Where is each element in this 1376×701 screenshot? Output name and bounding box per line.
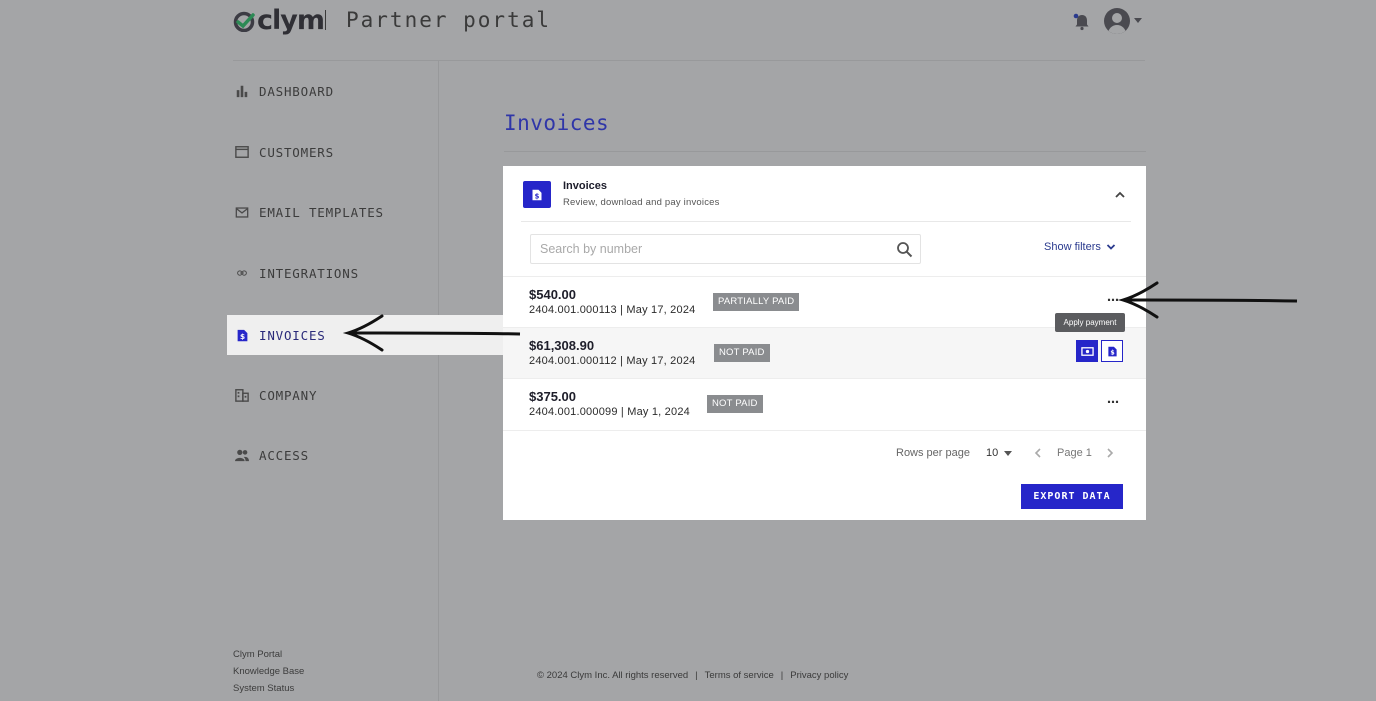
link-icon [234, 265, 250, 281]
sidebar-item-company[interactable]: COMPANY [227, 375, 439, 415]
top-header: clym Partner portal [233, 0, 1145, 60]
invoice-amount: $61,308.90 [529, 338, 595, 353]
sidebar-item-label: EMAIL TEMPLATES [259, 204, 384, 220]
chevron-right-icon[interactable] [1104, 447, 1116, 459]
page-title: Invoices [504, 111, 610, 135]
status-badge: NOT PAID [707, 395, 763, 413]
clym-portal-link[interactable]: Clym Portal [233, 646, 304, 663]
show-filters-label: Show filters [1044, 241, 1101, 253]
invoice-amount: $540.00 [529, 287, 576, 302]
sidebar-item-label: INTEGRATIONS [259, 265, 359, 281]
search-icon[interactable] [896, 241, 913, 258]
invoice-row[interactable]: $540.00 2404.001.000113 | May 17, 2024 P… [503, 276, 1146, 327]
sidebar-item-label: COMPANY [259, 387, 318, 403]
terms-link[interactable]: Terms of service [705, 670, 774, 681]
footer-separator: | [780, 670, 784, 681]
invoice-number-date: 2404.001.000113 | May 17, 2024 [529, 304, 696, 316]
invoice-row[interactable]: $375.00 2404.001.000099 | May 1, 2024 NO… [503, 378, 1146, 429]
svg-text:$: $ [535, 192, 540, 200]
sidebar-item-email-templates[interactable]: EMAIL TEMPLATES [227, 192, 439, 232]
card-title: Invoices [563, 180, 608, 192]
portal-title: Partner portal [346, 8, 552, 32]
knowledge-base-link[interactable]: Knowledge Base [233, 663, 304, 680]
clym-logo[interactable]: clym [233, 5, 325, 36]
left-arrow-annotation-icon [342, 314, 521, 352]
logo-check-icon [233, 11, 255, 32]
invoices-card: $ Invoices Review, download and pay invo… [503, 166, 1146, 520]
privacy-link[interactable]: Privacy policy [790, 670, 848, 681]
show-filters-button[interactable]: Show filters [1044, 241, 1116, 253]
user-avatar[interactable] [1104, 8, 1130, 34]
status-badge: NOT PAID [714, 344, 770, 362]
sidebar-item-label: DASHBOARD [259, 83, 334, 99]
invoice-row[interactable]: $61,308.90 2404.001.000112 | May 17, 202… [503, 327, 1146, 378]
invoice-icon: $ [523, 181, 551, 208]
rows-per-page-value: 10 [986, 447, 999, 459]
page-indicator: Page 1 [1057, 447, 1092, 459]
search-placeholder: Search by number [540, 242, 643, 256]
page-footer: © 2024 Clym Inc. All rights reserved | Ter… [537, 670, 848, 681]
invoice-icon: $ [234, 327, 250, 343]
sidebar-item-access[interactable]: ACCESS [227, 435, 439, 475]
copyright-text: © 2024 Clym Inc. All rights reserved [537, 670, 689, 681]
rows-per-page-label: Rows per page [896, 447, 970, 459]
chevron-up-icon[interactable] [1113, 188, 1127, 202]
export-data-button[interactable]: EXPORT DATA [1021, 484, 1123, 509]
left-arrow-annotation-icon [1117, 281, 1298, 319]
invoice-number-date: 2404.001.000099 | May 1, 2024 [529, 406, 690, 418]
footer-separator: | [695, 670, 698, 681]
sidebar-item-label: ACCESS [259, 447, 309, 463]
logo-separator [325, 10, 326, 30]
sidebar-item-dashboard[interactable]: DASHBOARD [227, 71, 439, 111]
svg-text:$: $ [1110, 349, 1114, 356]
sidebar-item-label: CUSTOMERS [259, 144, 334, 160]
chevron-down-icon [1106, 244, 1115, 250]
folder-icon [234, 144, 250, 160]
title-divider [504, 151, 1146, 152]
search-input[interactable]: Search by number [530, 234, 921, 264]
people-icon [234, 447, 250, 463]
system-status-link[interactable]: System Status [233, 680, 304, 697]
avatar-menu-chevron-icon[interactable] [1134, 18, 1142, 23]
envelope-icon [234, 204, 250, 220]
card-header-divider [521, 221, 1131, 222]
invoice-amount: $375.00 [529, 389, 576, 404]
building-icon [234, 387, 250, 403]
payment-icon [1080, 346, 1094, 356]
card-subtitle: Review, download and pay invoices [563, 197, 720, 208]
avatar-head [1112, 13, 1122, 23]
invoice-number-date: 2404.001.000112 | May 17, 2024 [529, 355, 696, 367]
view-invoice-button[interactable]: $ [1101, 340, 1123, 362]
card-header[interactable]: $ Invoices Review, download and pay invo… [503, 166, 1146, 221]
chevron-down-icon [1004, 450, 1013, 456]
avatar-body [1108, 25, 1126, 34]
rows-per-page-select[interactable]: 10 [986, 447, 1013, 459]
more-actions-icon[interactable]: ⋯ [1107, 395, 1119, 409]
sidebar-item-integrations[interactable]: INTEGRATIONS [227, 253, 439, 293]
header-divider [233, 60, 1145, 61]
apply-payment-button[interactable] [1076, 340, 1098, 362]
sidebar-footer-links: Clym Portal Knowledge Base System Status [233, 646, 304, 697]
bar-chart-icon [234, 83, 250, 99]
chevron-left-icon[interactable] [1032, 447, 1044, 459]
table-footer-divider [503, 430, 1146, 431]
status-badge: PARTIALLY PAID [713, 293, 800, 311]
invoice-icon: $ [1107, 346, 1117, 356]
logo-wordmark: clym [257, 5, 325, 36]
sidebar-item-customers[interactable]: CUSTOMERS [227, 132, 439, 172]
sidebar-item-label: INVOICES [259, 327, 326, 343]
notification-bell-icon[interactable] [1072, 12, 1092, 32]
svg-text:$: $ [239, 331, 244, 340]
